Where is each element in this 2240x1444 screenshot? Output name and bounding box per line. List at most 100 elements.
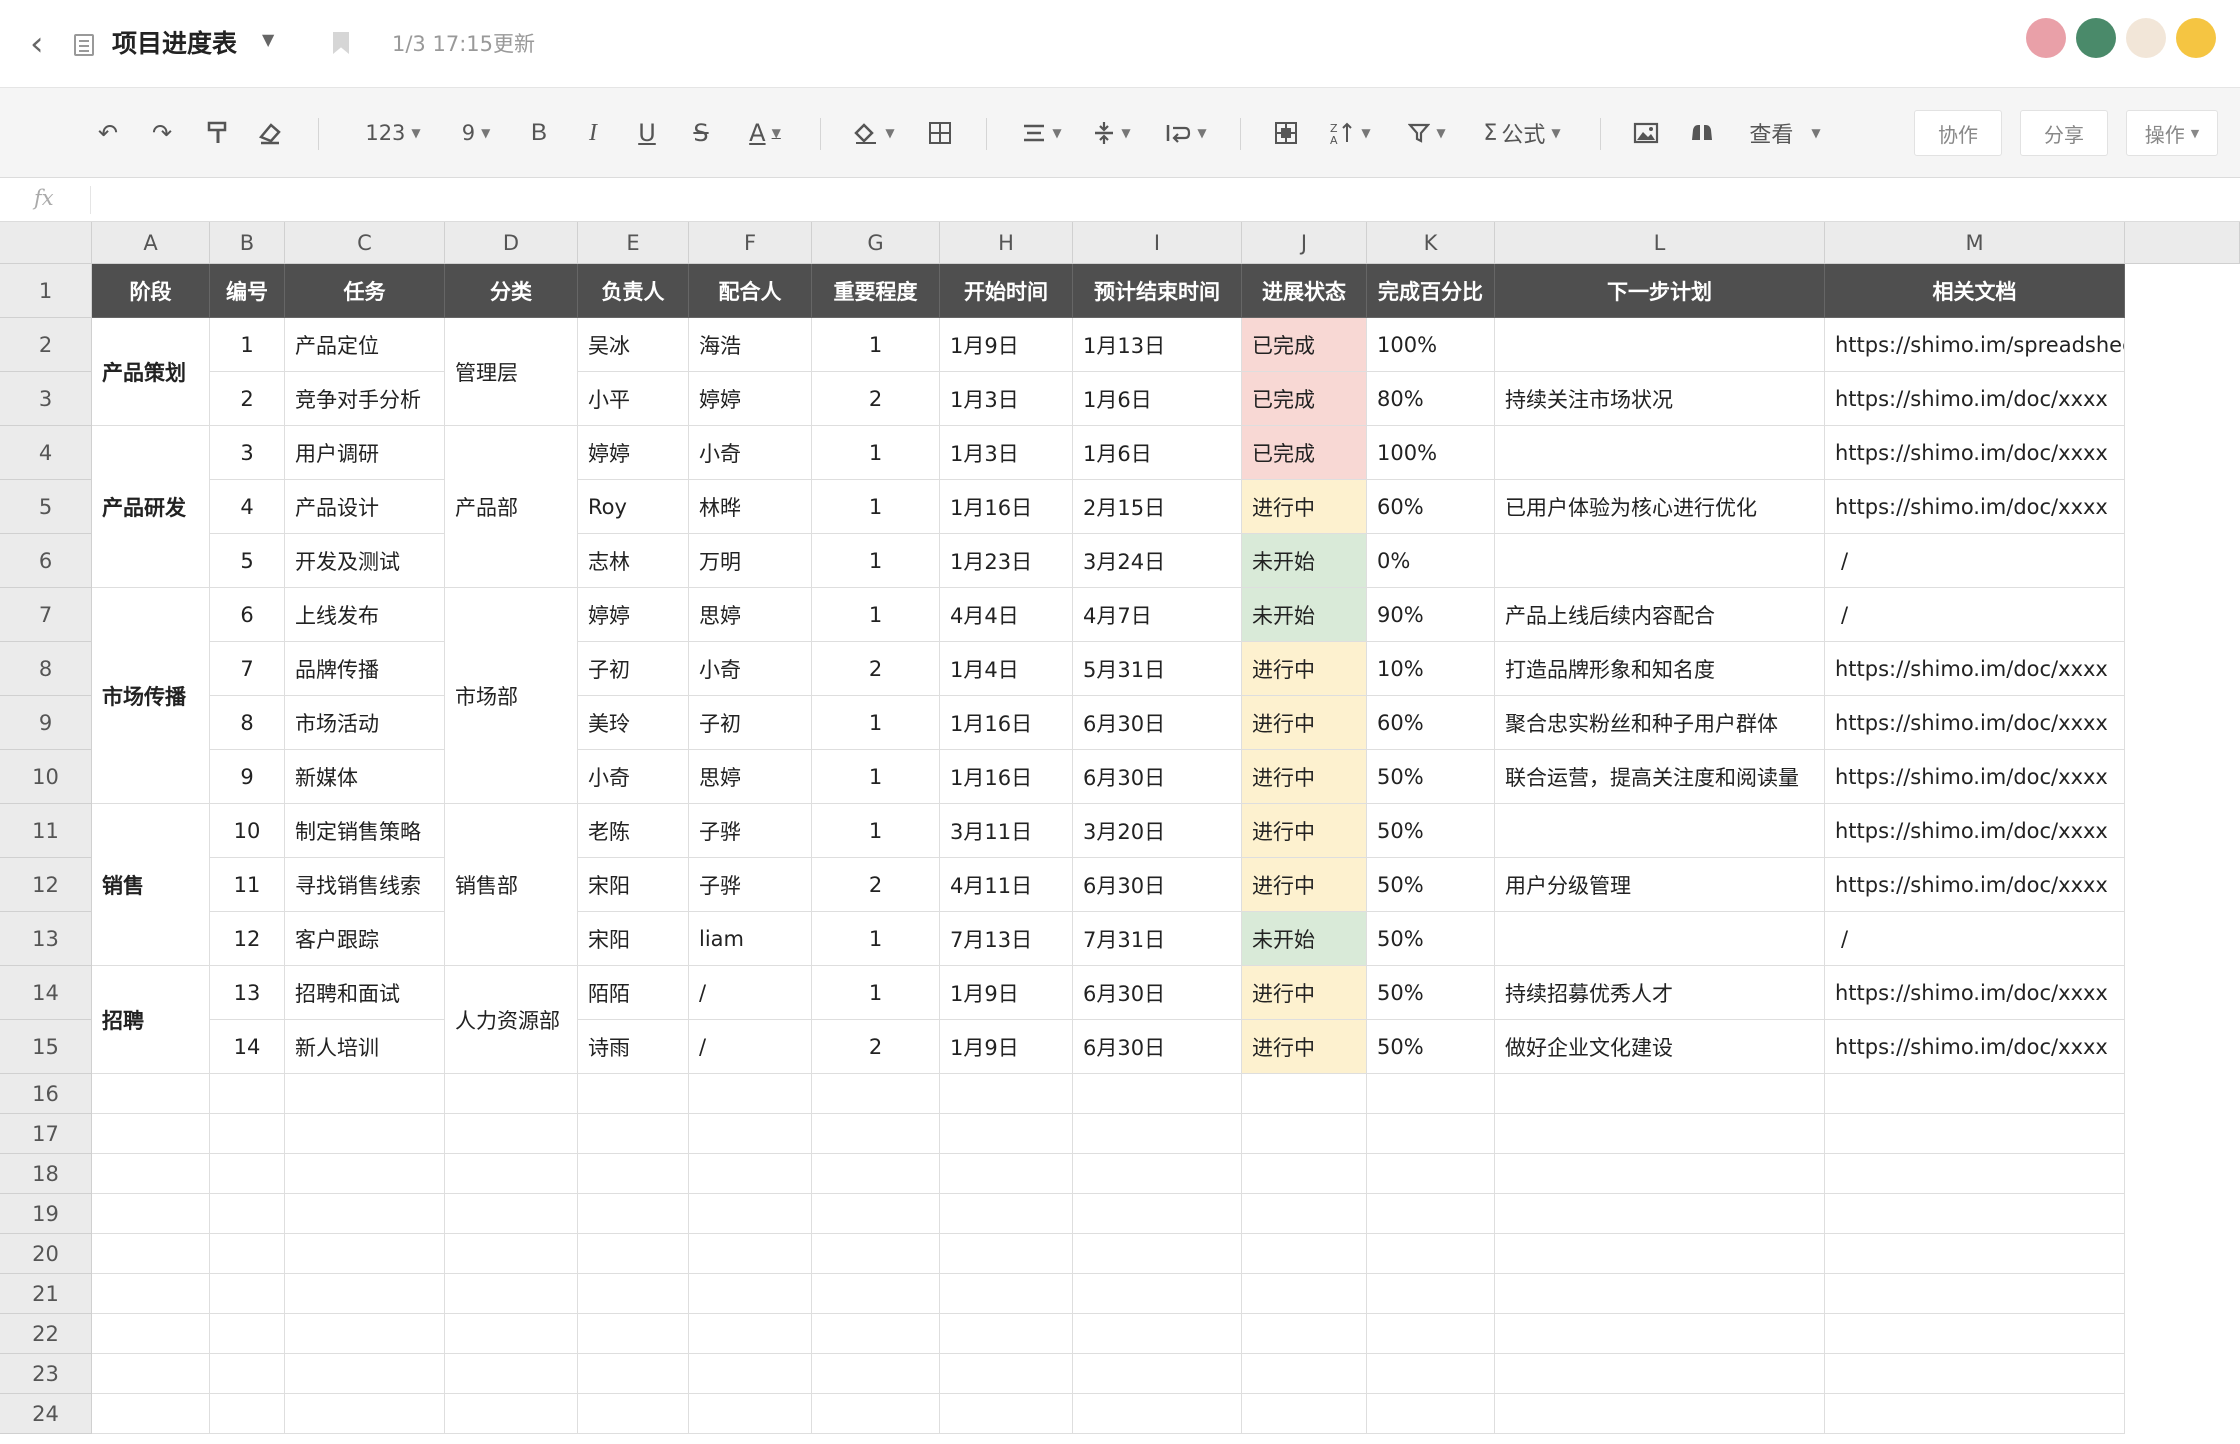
status-cell[interactable]: 进行中 (1242, 642, 1367, 696)
fill-color-dropdown[interactable]: ▼ (848, 110, 900, 156)
borders-icon[interactable] (922, 110, 958, 156)
empty-cell[interactable] (1495, 1274, 1825, 1314)
empty-cell[interactable] (1367, 1194, 1495, 1234)
empty-cell[interactable] (578, 1194, 689, 1234)
empty-cell[interactable] (812, 1074, 940, 1114)
doc-cell[interactable]: https://shimo.im/doc/xxxx (1825, 696, 2125, 750)
empty-cell[interactable] (285, 1194, 445, 1234)
next-cell[interactable]: 聚合忠实粉丝和种子用户群体 (1495, 696, 1825, 750)
empty-cell[interactable] (940, 1114, 1073, 1154)
row-header[interactable]: 13 (0, 912, 92, 966)
start-cell[interactable]: 1月9日 (940, 966, 1073, 1020)
row-header[interactable]: 14 (0, 966, 92, 1020)
start-cell[interactable]: 1月23日 (940, 534, 1073, 588)
empty-cell[interactable] (285, 1234, 445, 1274)
id-cell[interactable]: 12 (210, 912, 285, 966)
empty-cell[interactable] (578, 1114, 689, 1154)
next-cell[interactable]: 打造品牌形象和知名度 (1495, 642, 1825, 696)
empty-cell[interactable] (940, 1354, 1073, 1394)
task-cell[interactable]: 新人培训 (285, 1020, 445, 1074)
start-cell[interactable]: 3月11日 (940, 804, 1073, 858)
empty-cell[interactable] (92, 1354, 210, 1394)
owner-cell[interactable]: 志林 (578, 534, 689, 588)
back-arrow-icon[interactable]: ‹ (30, 26, 60, 62)
next-cell[interactable]: 持续关注市场状况 (1495, 372, 1825, 426)
next-cell[interactable]: 做好企业文化建设 (1495, 1020, 1825, 1074)
empty-cell[interactable] (689, 1234, 812, 1274)
empty-cell[interactable] (578, 1314, 689, 1354)
empty-cell[interactable] (1495, 1074, 1825, 1114)
empty-cell[interactable] (92, 1074, 210, 1114)
empty-cell[interactable] (689, 1274, 812, 1314)
bold-button[interactable]: B (524, 110, 554, 156)
row-header[interactable]: 19 (0, 1194, 92, 1234)
percent-cell[interactable]: 50% (1367, 1020, 1495, 1074)
vertical-align-dropdown[interactable]: ▼ (1086, 110, 1138, 156)
row-header[interactable]: 6 (0, 534, 92, 588)
header-cell[interactable]: 编号 (210, 264, 285, 318)
stage-cell[interactable]: 产品研发 (92, 426, 210, 588)
doc-cell[interactable]: https://shimo.im/spreadsheet/xxxx (1825, 318, 2125, 372)
column-header-M[interactable]: M (1825, 222, 2125, 264)
task-cell[interactable]: 新媒体 (285, 750, 445, 804)
status-cell[interactable]: 未开始 (1242, 588, 1367, 642)
partner-cell[interactable]: 海浩 (689, 318, 812, 372)
actions-dropdown[interactable]: 操作 ▼ (2126, 110, 2218, 156)
filter-dropdown[interactable]: ▼ (1402, 110, 1452, 156)
formula-input[interactable] (100, 182, 2220, 218)
view-dropdown[interactable]: 查看 ▼ (1742, 110, 1828, 156)
percent-cell[interactable]: 60% (1367, 696, 1495, 750)
empty-cell[interactable] (210, 1114, 285, 1154)
empty-cell[interactable] (940, 1314, 1073, 1354)
column-header-G[interactable]: G (812, 222, 940, 264)
percent-cell[interactable]: 100% (1367, 318, 1495, 372)
empty-cell[interactable] (1367, 1274, 1495, 1314)
column-header-I[interactable]: I (1073, 222, 1242, 264)
empty-cell[interactable] (940, 1234, 1073, 1274)
empty-cell[interactable] (1073, 1234, 1242, 1274)
end-cell[interactable]: 6月30日 (1073, 696, 1242, 750)
next-cell[interactable]: 产品上线后续内容配合 (1495, 588, 1825, 642)
percent-cell[interactable]: 50% (1367, 750, 1495, 804)
percent-cell[interactable]: 50% (1367, 858, 1495, 912)
empty-cell[interactable] (1073, 1074, 1242, 1114)
task-cell[interactable]: 品牌传播 (285, 642, 445, 696)
empty-cell[interactable] (1825, 1354, 2125, 1394)
start-cell[interactable]: 1月16日 (940, 480, 1073, 534)
category-cell[interactable]: 产品部 (445, 426, 578, 588)
merge-cells-icon[interactable] (1268, 110, 1304, 156)
empty-cell[interactable] (1495, 1354, 1825, 1394)
end-cell[interactable]: 6月30日 (1073, 750, 1242, 804)
partner-cell[interactable]: 万明 (689, 534, 812, 588)
stage-cell[interactable]: 招聘 (92, 966, 210, 1074)
empty-cell[interactable] (285, 1074, 445, 1114)
empty-cell[interactable] (445, 1354, 578, 1394)
priority-cell[interactable]: 1 (812, 318, 940, 372)
status-cell[interactable]: 进行中 (1242, 804, 1367, 858)
end-cell[interactable]: 1月6日 (1073, 372, 1242, 426)
empty-cell[interactable] (445, 1274, 578, 1314)
empty-cell[interactable] (689, 1154, 812, 1194)
empty-cell[interactable] (940, 1194, 1073, 1234)
end-cell[interactable]: 5月31日 (1073, 642, 1242, 696)
empty-cell[interactable] (1495, 1154, 1825, 1194)
empty-cell[interactable] (812, 1274, 940, 1314)
priority-cell[interactable]: 1 (812, 804, 940, 858)
empty-cell[interactable] (285, 1154, 445, 1194)
collaborator-avatar[interactable] (2126, 18, 2166, 58)
empty-cell[interactable] (1073, 1314, 1242, 1354)
stage-cell[interactable]: 销售 (92, 804, 210, 966)
percent-cell[interactable]: 50% (1367, 912, 1495, 966)
header-cell[interactable]: 重要程度 (812, 264, 940, 318)
empty-cell[interactable] (578, 1274, 689, 1314)
empty-cell[interactable] (445, 1194, 578, 1234)
end-cell[interactable]: 1月6日 (1073, 426, 1242, 480)
empty-cell[interactable] (445, 1114, 578, 1154)
column-header-F[interactable]: F (689, 222, 812, 264)
doc-cell[interactable]: / (1825, 588, 2125, 642)
empty-cell[interactable] (812, 1354, 940, 1394)
empty-cell[interactable] (578, 1154, 689, 1194)
start-cell[interactable]: 1月9日 (940, 1020, 1073, 1074)
task-cell[interactable]: 产品设计 (285, 480, 445, 534)
empty-cell[interactable] (1242, 1274, 1367, 1314)
